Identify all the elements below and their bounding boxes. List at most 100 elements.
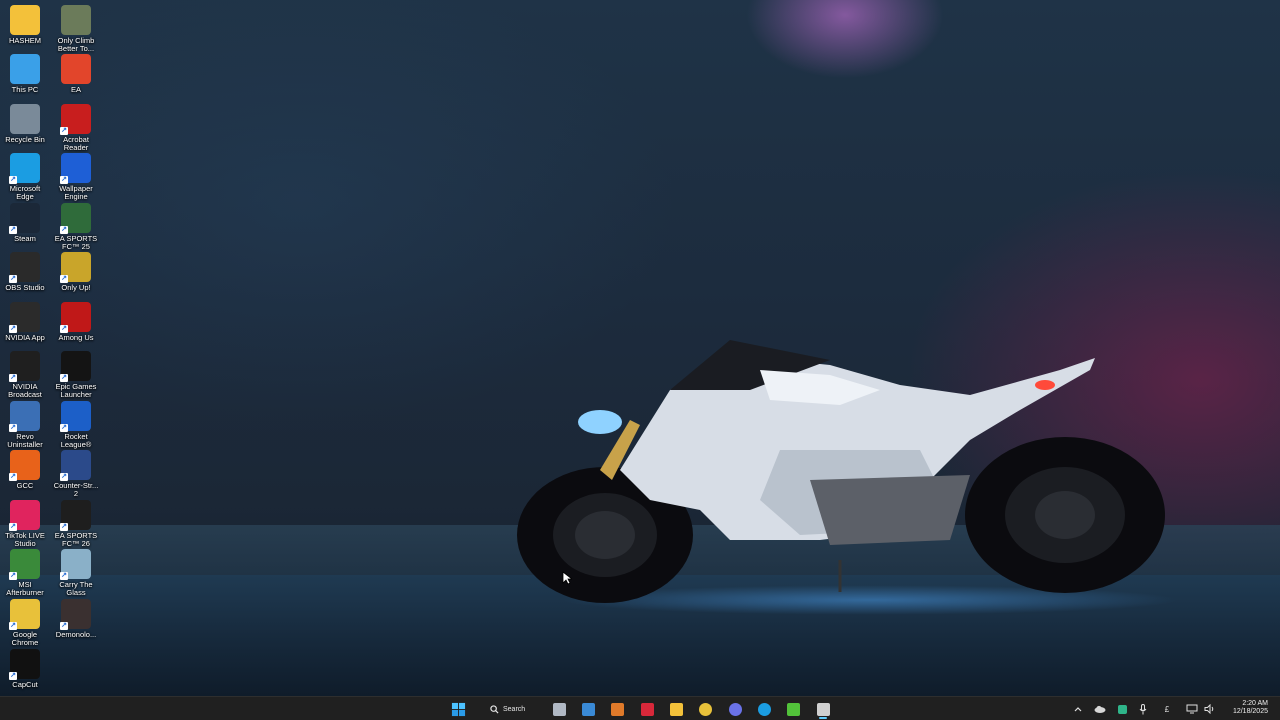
taskbar-clock[interactable]: 2:20 AM 12/18/2025: [1233, 700, 1268, 716]
start-button[interactable]: [447, 699, 469, 719]
taskbar-active-app[interactable]: [812, 699, 834, 719]
desktop-icon-label: OBS Studio: [5, 283, 45, 292]
desktop-icon-edge[interactable]: ↗ Microsoft Edge: [0, 151, 50, 201]
shortcut-arrow-icon: ↗: [9, 226, 17, 234]
shortcut-arrow-icon: ↗: [9, 424, 17, 432]
desktop-icon-revo[interactable]: ↗ Revo Uninstaller: [0, 399, 50, 449]
shortcut-arrow-icon: ↗: [9, 275, 17, 283]
mouse-cursor-icon: [562, 571, 572, 585]
shortcut-arrow-icon: ↗: [60, 572, 68, 580]
tray-microphone[interactable]: [1136, 701, 1150, 717]
app-icon: [640, 702, 654, 716]
shortcut-arrow-icon: ↗: [9, 473, 17, 481]
desktop-icon-steam[interactable]: ↗ Steam: [0, 201, 50, 249]
desktop-icon-label: TikTok LIVE Studio: [5, 531, 45, 548]
desktop-icon-msi-afterburner[interactable]: ↗ MSI Afterburner: [0, 547, 50, 597]
desktop-icon-capcut[interactable]: ↗ CapCut: [0, 647, 50, 695]
desktop-icon-folder[interactable]: HASHEM: [0, 3, 50, 51]
ea-icon: [61, 54, 91, 84]
tray-volume[interactable]: [1202, 701, 1216, 717]
game-icon: [61, 5, 91, 35]
taskbar-game-app[interactable]: [782, 699, 804, 719]
desktop-icon-ea[interactable]: EA: [51, 52, 101, 100]
among-us-icon: ↗: [60, 302, 91, 333]
taskbar-onedrive-app[interactable]: [606, 699, 628, 719]
taskbar-file-explorer[interactable]: [665, 699, 687, 719]
demonologist-icon: ↗: [60, 599, 91, 630]
taskbar-edge[interactable]: [753, 699, 775, 719]
desktop-icon-obs[interactable]: ↗ OBS Studio: [0, 250, 50, 298]
wallpaper-motorcycle: [517, 340, 1165, 603]
desktop-icon-label: EA SPORTS FC™ 26: [54, 531, 98, 548]
desktop-icon-carry-the-glass[interactable]: ↗ Carry The Glass: [51, 547, 101, 597]
taskbar-discord[interactable]: [724, 699, 746, 719]
taskbar: Search £ 2:20 AM 12/18/2025: [0, 696, 1280, 720]
carry-the-glass-icon: ↗: [60, 549, 91, 580]
desktop-icon-nvidia[interactable]: ↗ NVIDIA App: [0, 300, 50, 348]
capcut-icon: ↗: [9, 649, 40, 680]
desktop-icon-only-up[interactable]: ↗ Only Up!: [51, 250, 101, 298]
cs2-icon: ↗: [60, 450, 91, 481]
steam-icon: ↗: [9, 203, 40, 234]
desktop-icon-among-us[interactable]: ↗ Among Us: [51, 300, 101, 348]
shortcut-arrow-icon: ↗: [60, 424, 68, 432]
taskbar-settings[interactable]: [548, 699, 570, 719]
shortcut-arrow-icon: ↗: [9, 572, 17, 580]
photos-icon: [581, 702, 595, 716]
desktop-icon-gcc[interactable]: ↗ GCC: [0, 448, 50, 496]
desktop-icon-label: Wallpaper Engine: [59, 184, 93, 201]
desktop-icon-recycle-bin[interactable]: Recycle Bin: [0, 102, 50, 150]
desktop-icon-epic-games[interactable]: ↗ Epic Games Launcher: [51, 349, 101, 399]
shortcut-arrow-icon: ↗: [60, 622, 68, 630]
desktop-icon-fc25[interactable]: ↗ EA SPORTS FC™ 25: [51, 201, 101, 251]
shortcut-arrow-icon: ↗: [9, 622, 17, 630]
desktop-icon-label: Only Climb Better To...: [57, 36, 95, 53]
desktop-icon-monitor[interactable]: This PC: [0, 52, 50, 100]
shortcut-arrow-icon: ↗: [9, 672, 17, 680]
tray-network-app[interactable]: [1114, 701, 1130, 717]
shortcut-arrow-icon: ↗: [60, 127, 68, 135]
desktop-icon-label: Rocket League®: [60, 432, 92, 449]
chrome-icon: ↗: [9, 599, 40, 630]
desktop-icon-label: This PC: [11, 85, 39, 94]
desktop-icon-wallpaper-engine[interactable]: ↗ Wallpaper Engine: [51, 151, 101, 201]
fc26-icon: ↗: [60, 500, 91, 531]
desktop-icon-fc26[interactable]: ↗ EA SPORTS FC™ 26: [51, 498, 101, 548]
shortcut-arrow-icon: ↗: [9, 176, 17, 184]
desktop-icon-rocket-league[interactable]: ↗ Rocket League®: [51, 399, 101, 449]
recycle-bin-icon: [10, 104, 40, 134]
desktop-icon-nvidia-broadcast[interactable]: ↗ NVIDIA Broadcast: [0, 349, 50, 399]
speaker-icon: [1204, 704, 1213, 714]
show-hidden-icons-button[interactable]: [1072, 701, 1084, 717]
desktop-icon-game[interactable]: Only Climb Better To...: [51, 3, 101, 53]
desktop-icon-label: Counter-Str... 2: [53, 481, 99, 498]
desktop-icon-label: Only Up!: [61, 283, 91, 292]
desktop-icon-demonologist[interactable]: ↗ Demonolo...: [51, 597, 101, 645]
nvidia-icon: ↗: [9, 302, 40, 333]
clock-time: 2:20 AM: [1242, 700, 1268, 707]
desktop-icon-tiktok[interactable]: ↗ TikTok LIVE Studio: [0, 498, 50, 548]
taskbar-chrome[interactable]: [694, 699, 716, 719]
tray-onedrive[interactable]: [1092, 701, 1108, 717]
shortcut-arrow-icon: ↗: [9, 523, 17, 531]
folder-icon: [10, 5, 40, 35]
desktop-icon-label: Epic Games Launcher: [55, 382, 97, 399]
shortcut-arrow-icon: ↗: [60, 325, 68, 333]
shortcut-arrow-icon: ↗: [60, 176, 68, 184]
tray-currency[interactable]: £: [1160, 701, 1174, 717]
taskbar-red-app[interactable]: [636, 699, 658, 719]
tray-network[interactable]: [1184, 701, 1200, 717]
tiktok-icon: ↗: [9, 500, 40, 531]
desktop-icon-label: Revo Uninstaller: [7, 432, 43, 449]
desktop-icon-chrome[interactable]: ↗ Google Chrome: [0, 597, 50, 647]
desktop-icon-acrobat[interactable]: ↗ Acrobat Reader: [51, 102, 101, 152]
play-icon: [786, 702, 800, 716]
wallpaper-engine-icon: ↗: [60, 153, 91, 184]
taskbar-search[interactable]: Search: [482, 700, 544, 718]
taskbar-photos[interactable]: [577, 699, 599, 719]
desktop-icon-label: MSI Afterburner: [6, 580, 44, 597]
desktop-icon-label: EA: [70, 85, 81, 94]
desktop-icon-label: Carry The Glass: [59, 580, 93, 597]
desktop-icon-cs2[interactable]: ↗ Counter-Str... 2: [51, 448, 101, 498]
desktop-icon-label: Demonolo...: [55, 630, 97, 639]
